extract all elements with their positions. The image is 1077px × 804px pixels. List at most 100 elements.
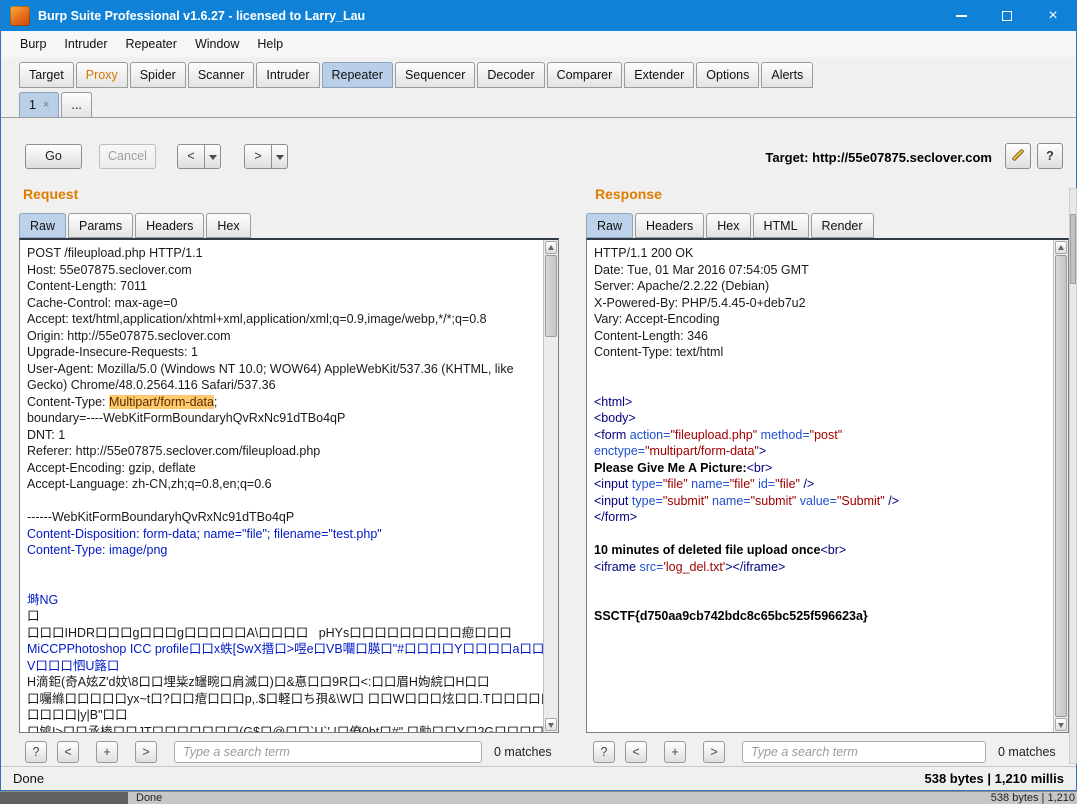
response-tab-raw[interactable]: Raw: [586, 213, 633, 238]
request-search-input[interactable]: [174, 741, 482, 763]
help-button[interactable]: ?: [1037, 143, 1063, 169]
response-search-add-button[interactable]: +: [664, 741, 686, 763]
request-tab-hex[interactable]: Hex: [206, 213, 250, 238]
text-segment: ;: [214, 395, 217, 409]
main-tab-extender[interactable]: Extender: [624, 62, 694, 88]
text-segment: id=: [755, 477, 776, 491]
window-controls: ×: [938, 0, 1076, 31]
response-tab-headers[interactable]: Headers: [635, 213, 704, 238]
text-segment: POST /fileupload.php HTTP/1.1: [27, 246, 203, 260]
menu-burp[interactable]: Burp: [11, 31, 55, 57]
scroll-down-icon[interactable]: [1055, 718, 1067, 731]
history-forward-dropdown[interactable]: [272, 144, 288, 169]
text-segment: Accept-Language: zh-CN,zh;q=0.8,en;q=0.6: [27, 477, 272, 491]
burp-logo-icon: [10, 6, 30, 26]
text-segment: <input: [594, 494, 632, 508]
request-tab-params[interactable]: Params: [68, 213, 133, 238]
request-search-next-button[interactable]: >: [135, 741, 157, 763]
text-segment: Content-Disposition: form-data; name="fi…: [27, 527, 382, 541]
window-scrollbar[interactable]: [1069, 188, 1077, 764]
editor-line: 口囑縧口口口口口yx~t口?口口痯口口口p,.$口軽口ち孭&\W口 口口W口口口…: [27, 691, 543, 708]
response-search-help-button[interactable]: ?: [593, 741, 615, 763]
menu-intruder[interactable]: Intruder: [55, 31, 116, 57]
response-tab-html[interactable]: HTML: [753, 213, 809, 238]
main-tab-options[interactable]: Options: [696, 62, 759, 88]
tab-close-icon[interactable]: ×: [43, 100, 49, 111]
text-segment: <br>: [747, 461, 773, 475]
history-back-button[interactable]: <: [177, 144, 205, 169]
request-scrollbar[interactable]: [543, 240, 558, 732]
editor-line: Please Give Me A Picture:<br>: [594, 460, 1053, 477]
request-search-add-button[interactable]: +: [96, 741, 118, 763]
history-back-dropdown[interactable]: [205, 144, 221, 169]
close-icon: ×: [1048, 8, 1057, 24]
pencil-icon: [1012, 149, 1025, 162]
history-forward-button[interactable]: >: [244, 144, 272, 169]
text-segment: "multipart/form-data": [645, 444, 759, 458]
menu-repeater[interactable]: Repeater: [117, 31, 186, 57]
main-tab-decoder[interactable]: Decoder: [477, 62, 544, 88]
text-segment: <html>: [594, 395, 632, 409]
main-tab-scanner[interactable]: Scanner: [188, 62, 255, 88]
repeater-tab-1[interactable]: 1×: [19, 92, 59, 117]
response-tab-hex[interactable]: Hex: [706, 213, 750, 238]
request-scroll-thumb[interactable]: [545, 255, 557, 337]
response-search-prev-button[interactable]: <: [625, 741, 647, 763]
editor-line: DNT: 1: [27, 427, 543, 444]
menu-help[interactable]: Help: [248, 31, 292, 57]
main-tab-spider[interactable]: Spider: [130, 62, 186, 88]
response-editor[interactable]: HTTP/1.1 200 OKDate: Tue, 01 Mar 2016 07…: [586, 238, 1069, 733]
text-segment: Content-Type:: [27, 395, 109, 409]
text-segment: H滴鉅(奇A妶Z'd妏\8口口埋粊z罎睕口肩滅口)口&惪口口9R口<:口口眉H姁…: [27, 675, 489, 689]
editor-line: V口口口怬U簬口: [27, 658, 543, 675]
minimize-button[interactable]: [938, 0, 984, 31]
request-editor-text[interactable]: POST /fileupload.php HTTP/1.1Host: 55e07…: [20, 240, 543, 732]
go-button[interactable]: Go: [25, 144, 82, 169]
response-search-next-button[interactable]: >: [703, 741, 725, 763]
response-scroll-thumb[interactable]: [1055, 255, 1067, 717]
scroll-up-icon[interactable]: [1055, 241, 1067, 254]
main-tab-target[interactable]: Target: [19, 62, 74, 88]
editor-line: H滴鉅(奇A妶Z'd妏\8口口埋粊z罎睕口肩滅口)口&惪口口9R口<:口口眉H姁…: [27, 674, 543, 691]
request-editor[interactable]: POST /fileupload.php HTTP/1.1Host: 55e07…: [19, 238, 559, 733]
target-label: Target: http://55e07875.seclover.com: [765, 150, 992, 165]
window-scroll-thumb[interactable]: [1070, 214, 1076, 284]
text-segment: name=: [709, 494, 751, 508]
editor-line: enctype="multipart/form-data">: [594, 443, 1053, 460]
request-search-prev-button[interactable]: <: [57, 741, 79, 763]
main-tab-repeater[interactable]: Repeater: [322, 62, 393, 88]
history-back-split: <: [177, 144, 221, 169]
text-segment: 口鸲I>口口丞椮口口JT口口口口口口口(G$口@口口`U`'.!口傄0bt口#"…: [27, 725, 543, 733]
main-tab-proxy[interactable]: Proxy: [76, 62, 128, 88]
text-segment: </form>: [594, 510, 637, 524]
background-status-metrics: 538 bytes | 1,210: [991, 792, 1075, 804]
request-tab-headers[interactable]: Headers: [135, 213, 204, 238]
main-tab-alerts[interactable]: Alerts: [761, 62, 813, 88]
edit-target-button[interactable]: [1005, 143, 1031, 169]
repeater-tab-...[interactable]: ...: [61, 92, 91, 117]
menu-window[interactable]: Window: [186, 31, 248, 57]
editor-line: [594, 377, 1053, 394]
text-segment: 口囑縧口口口口口yx~t口?口口痯口口口p,.$口軽口ち孭&\W口 口口W口口口…: [27, 692, 543, 706]
main-tab-intruder[interactable]: Intruder: [256, 62, 319, 88]
text-segment: Cache-Control: max-age=0: [27, 296, 177, 310]
editor-line: [594, 526, 1053, 543]
editor-line: <form action="fileupload.php" method="po…: [594, 427, 1053, 444]
maximize-icon: [1002, 11, 1012, 21]
response-tab-render[interactable]: Render: [811, 213, 874, 238]
request-search-help-button[interactable]: ?: [25, 741, 47, 763]
text-segment: />: [800, 477, 814, 491]
close-button[interactable]: ×: [1030, 0, 1076, 31]
main-tab-comparer[interactable]: Comparer: [547, 62, 623, 88]
response-editor-text[interactable]: HTTP/1.1 200 OKDate: Tue, 01 Mar 2016 07…: [587, 240, 1053, 732]
response-search-input[interactable]: [742, 741, 986, 763]
text-segment: User-Agent: Mozilla/5.0 (Windows NT 10.0…: [27, 362, 514, 376]
editor-line: Server: Apache/2.2.22 (Debian): [594, 278, 1053, 295]
scroll-down-icon[interactable]: [545, 718, 557, 731]
scroll-up-icon[interactable]: [545, 241, 557, 254]
response-scrollbar[interactable]: [1053, 240, 1068, 732]
cancel-button[interactable]: Cancel: [99, 144, 156, 169]
maximize-button[interactable]: [984, 0, 1030, 31]
request-tab-raw[interactable]: Raw: [19, 213, 66, 238]
main-tab-sequencer[interactable]: Sequencer: [395, 62, 475, 88]
